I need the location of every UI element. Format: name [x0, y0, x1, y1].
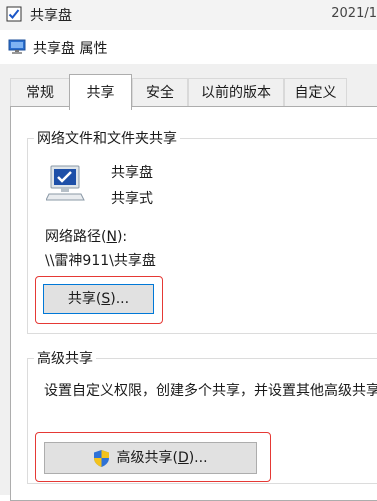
advanced-sharing-button[interactable]: 高级共享(D)...: [44, 442, 257, 474]
explorer-background-header: 共享盘 2021/1: [0, 0, 377, 31]
tab-general[interactable]: 常规: [10, 78, 70, 108]
uac-shield-icon: [94, 449, 110, 467]
tab-previous-versions[interactable]: 以前的版本: [188, 78, 284, 108]
network-drive-icon: [8, 39, 26, 54]
network-path-label: 网络路径(N):: [45, 229, 128, 245]
folder-name: 共享盘: [111, 165, 153, 181]
advanced-sharing-description: 设置自定义权限，创建多个共享，并设置其他高级共享选项。: [44, 383, 377, 399]
share-button[interactable]: 共享(S)...: [43, 284, 154, 314]
tab-strip: 常规 共享 安全 以前的版本 自定义: [0, 64, 377, 110]
network-sharing-group-title: 网络文件和文件夹共享: [34, 128, 180, 148]
advanced-sharing-group-title: 高级共享: [34, 348, 96, 368]
share-status: 共享式: [111, 191, 153, 207]
explorer-item-name[interactable]: 共享盘: [30, 5, 72, 25]
tab-security[interactable]: 安全: [132, 78, 188, 108]
dialog-titlebar: 共享盘 属性: [0, 30, 377, 64]
shared-folder-computer-icon: [46, 165, 85, 201]
checkbox-checked-icon[interactable]: [6, 6, 22, 22]
explorer-item-date: 2021/1: [331, 6, 377, 21]
network-path-value: \\雷神911\共享盘: [45, 253, 156, 269]
dialog-title: 共享盘 属性: [33, 41, 108, 57]
tab-sharing[interactable]: 共享: [69, 74, 132, 110]
tab-customize[interactable]: 自定义: [284, 78, 347, 108]
